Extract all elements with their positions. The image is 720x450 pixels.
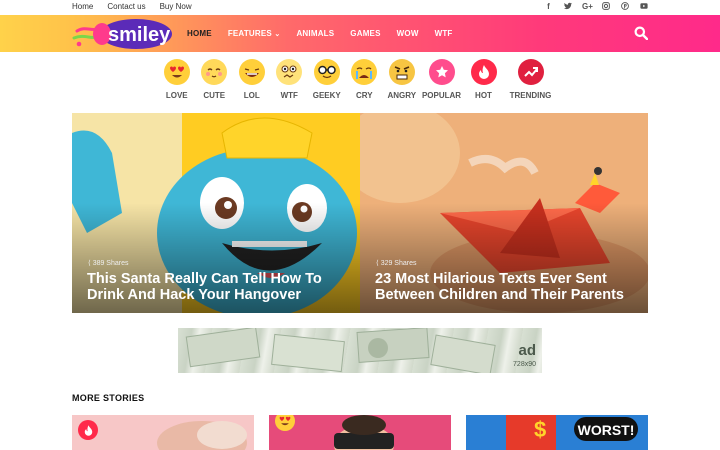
nav-item-animals[interactable]: ANIMALS	[296, 29, 334, 38]
blush-face-icon	[201, 59, 228, 85]
nav-item-wow[interactable]: WOW	[397, 29, 419, 38]
flame-icon	[78, 420, 98, 440]
nav-item-features[interactable]: FEATURES ⌄	[228, 29, 281, 38]
reaction-bar: LOVE CUTE LOL WTF GEEKY CRY ANGRY POPULA…	[158, 59, 557, 100]
top-link-home[interactable]: Home	[72, 2, 93, 11]
chevron-down-icon: ⌄	[274, 31, 281, 38]
ad-banner[interactable]: ad 728x90	[178, 328, 542, 373]
reaction-geeky[interactable]: GEEKY	[308, 59, 346, 100]
reaction-lol[interactable]: LOL	[233, 59, 271, 100]
nav-item-features-label: FEATURES	[227, 29, 272, 38]
reaction-label: POPULAR	[421, 91, 462, 100]
featured-posts: ⟨ 389 Shares This Santa Really Can Tell …	[72, 113, 648, 313]
nav-item-wtf[interactable]: WTF	[435, 29, 453, 38]
ad-text: ad	[518, 342, 536, 359]
reaction-popular[interactable]: POPULAR	[421, 59, 463, 100]
reaction-label: GEEKY	[312, 91, 341, 100]
reaction-label: ANGRY	[387, 91, 417, 100]
more-stories-heading: MORE STORIES	[72, 393, 145, 403]
reaction-label: CRY	[355, 91, 373, 100]
angry-face-icon	[388, 59, 415, 85]
top-link-contact[interactable]: Contact us	[107, 2, 145, 11]
reaction-label: TRENDING	[509, 91, 552, 100]
ad-label: ad 728x90	[513, 342, 536, 372]
reaction-label: LOL	[243, 91, 260, 100]
top-link-buy-now[interactable]: Buy Now	[160, 2, 192, 11]
reaction-wtf[interactable]: WTF	[271, 59, 309, 100]
facebook-icon[interactable]: f	[544, 2, 553, 12]
site-logo[interactable]: smiley	[72, 17, 172, 50]
heart-eyes-icon	[275, 415, 295, 431]
reaction-love[interactable]: LOVE	[158, 59, 196, 100]
reaction-trending[interactable]: TRENDING	[505, 59, 557, 100]
nav-item-games[interactable]: GAMES	[350, 29, 380, 38]
ad-size: 728x90	[513, 361, 536, 368]
featured-card[interactable]: ⟨ 389 Shares This Santa Really Can Tell …	[72, 113, 360, 313]
reaction-label: CUTE	[203, 91, 226, 100]
story-card[interactable]: $ WORST!	[466, 415, 648, 450]
reaction-label: LOVE	[165, 91, 188, 100]
nerd-face-icon	[313, 59, 340, 85]
flame-icon	[470, 59, 497, 85]
story-card[interactable]	[72, 415, 254, 450]
top-bar: Home Contact us Buy Now f G+	[0, 0, 720, 15]
confused-face-icon	[276, 59, 303, 85]
featured-title[interactable]: 23 Most Hilarious Texts Ever Sent Betwee…	[375, 271, 640, 303]
top-links: Home Contact us Buy Now	[72, 2, 192, 11]
google-plus-icon[interactable]: G+	[582, 2, 593, 12]
star-icon	[428, 59, 455, 85]
twitter-icon[interactable]	[563, 2, 572, 12]
heart-eyes-icon	[163, 59, 190, 85]
story-card[interactable]	[269, 415, 451, 450]
pinterest-icon[interactable]	[620, 2, 629, 12]
share-count: ⟨ 389 Shares	[88, 260, 129, 267]
search-icon[interactable]	[634, 26, 649, 41]
social-links: f G+	[544, 2, 648, 12]
laughing-face-icon	[238, 59, 265, 85]
share-count: ⟨ 329 Shares	[376, 260, 417, 267]
share-count-text: 329 Shares	[380, 260, 417, 267]
story-image-vr	[269, 415, 451, 450]
story-image-worst: $ WORST!	[466, 415, 648, 450]
main-navbar: smiley HOME FEATURES ⌄ ANIMALS GAMES WOW…	[0, 15, 720, 52]
nav-menu: HOME FEATURES ⌄ ANIMALS GAMES WOW WTF	[187, 29, 453, 38]
reaction-cry[interactable]: CRY	[346, 59, 384, 100]
featured-title[interactable]: This Santa Really Can Tell How To Drink …	[87, 271, 352, 303]
reaction-hot[interactable]: HOT	[463, 59, 505, 100]
featured-card[interactable]: ⟨ 329 Shares 23 Most Hilarious Texts Eve…	[360, 113, 648, 313]
logo-text: smiley	[108, 24, 171, 46]
trending-icon	[517, 59, 544, 85]
reaction-label: HOT	[475, 91, 492, 100]
youtube-icon[interactable]	[639, 2, 648, 12]
reaction-angry[interactable]: ANGRY	[383, 59, 421, 100]
worst-label: WORST!	[578, 422, 635, 438]
reaction-label: WTF	[280, 91, 298, 100]
money-pattern	[185, 328, 496, 373]
reaction-cute[interactable]: CUTE	[196, 59, 234, 100]
story-image-baby	[72, 415, 254, 450]
share-count-text: 389 Shares	[92, 260, 129, 267]
instagram-icon[interactable]	[601, 2, 610, 12]
nav-item-home[interactable]: HOME	[187, 29, 212, 38]
crying-face-icon	[351, 59, 378, 85]
svg-text:$: $	[534, 417, 546, 442]
